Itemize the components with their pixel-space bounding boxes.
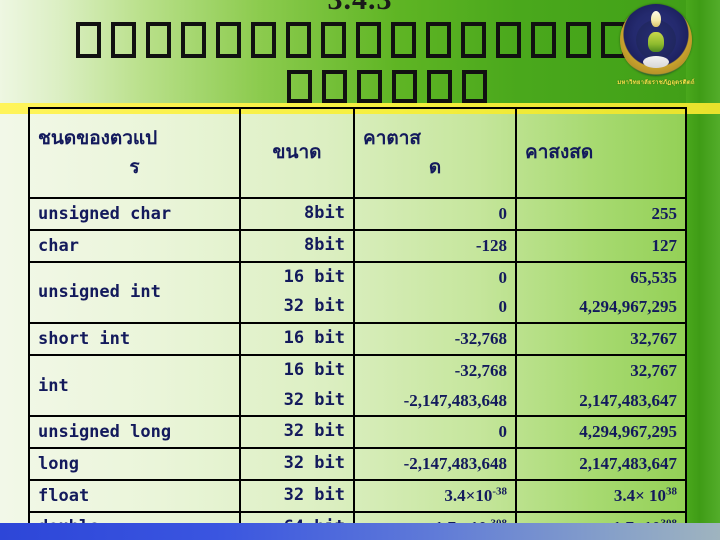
missing-glyph-box [181,22,206,58]
cell-size: 16 bit [239,322,355,356]
table-row: unsigned long 32 bit 0 4,294,967,295 [28,415,687,449]
seal-flame-icon [651,11,661,27]
cell-min-value: 0 [353,197,517,231]
seal-center-icon [648,32,664,52]
cell-min-value: 0 [353,415,517,449]
cell-max-value: 32,767 2,147,483,647 [515,353,687,418]
cell-max-value: 65,535 4,294,967,295 [515,260,687,324]
missing-glyph-box [251,22,276,58]
missing-glyph-box [391,22,416,58]
missing-glyph-box [286,22,311,58]
cell-type-name: char [28,228,241,263]
title-missing-glyph-row-2 [287,70,487,103]
column-header-max: คาสงสด [515,107,687,199]
table-body: unsigned char 8bit 0 255 char 8bit -128 127 unsi… [28,197,687,540]
table-row: short int 16 bit -32,768 32,767 [28,322,687,356]
missing-glyph-box [287,70,312,103]
cell-min-value: 00 [353,260,517,324]
seal-emblem-icon [620,4,692,76]
missing-glyph-box [531,22,556,58]
missing-glyph-box [76,22,101,58]
cell-type-name: unsigned long [28,415,241,449]
cell-type-name: float [28,478,241,513]
cell-size: 32 bit [239,447,355,481]
cell-size: 8bit [239,197,355,231]
cell-min-value: -128 [353,228,517,263]
table-row: unsigned char 8bit 0 255 [28,197,687,231]
column-header-max-line1: คาสงสด [525,141,594,164]
data-types-table: ชนดของตวแป ร ขนาด คาตาส ด คาสงสด unsigne… [28,107,687,540]
column-header-size-line1: ขนาด [272,141,322,164]
seal-base-icon [643,56,669,68]
cell-type-name: unsigned char [28,197,241,231]
missing-glyph-box [496,22,521,58]
slide-canvas: 3.4.3 มหาวิทยาลัยราชภัฏอุตรดิตถ์ ชนดของต… [0,0,720,540]
cell-max-value: 32,767 [515,322,687,356]
cell-type-name: long [28,447,241,481]
cell-size: 32 bit [239,415,355,449]
cell-type-name: int [28,353,241,418]
column-header-size: ขนาด [239,107,355,199]
cell-min-value: -32,768 [353,322,517,356]
cell-max-value: 4,294,967,295 [515,415,687,449]
missing-glyph-box [111,22,136,58]
missing-glyph-box [427,70,452,103]
column-header-min-line1: คาตาส [363,126,421,149]
cell-max-value: 255 [515,197,687,231]
cell-max-value: 2,147,483,647 [515,447,687,481]
cell-min-value: -2,147,483,648 [353,447,517,481]
missing-glyph-box [426,22,451,58]
cell-min-value: -32,768 -2,147,483,648 [353,353,517,418]
cell-min-value: 3.4×10-38 [353,478,517,513]
cell-size: 16 bit 32 bit [239,260,355,324]
cell-type-name: unsigned int [28,260,241,324]
table-row: long 32 bit -2,147,483,648 2,147,483,647 [28,447,687,481]
column-header-type: ชนดของตวแป ร [28,107,241,199]
column-header-min: คาตาส ด [353,107,517,199]
missing-glyph-box [356,22,381,58]
missing-glyph-box [462,70,487,103]
table-row: char 8bit -128 127 [28,228,687,263]
column-header-type-line2: ร [129,156,140,178]
missing-glyph-box [392,70,417,103]
missing-glyph-box [146,22,171,58]
cell-size: 16 bit 32 bit [239,353,355,418]
cell-max-value: 127 [515,228,687,263]
table-row: float 32 bit 3.4×10-38 3.4× 1038 [28,478,687,513]
missing-glyph-box [357,70,382,103]
cell-type-name: short int [28,322,241,356]
table-row: unsigned int 16 bit 32 bit 0 0 65,535 4,294,96… [28,260,687,324]
table-header-row: ชนดของตวแป ร ขนาด คาตาส ด คาสงสด [28,107,687,199]
missing-glyph-box [461,22,486,58]
cell-size: 32 bit [239,478,355,513]
column-header-min-line2: ด [428,156,442,178]
table-row: int 16 bit 32 bit -32,768 -2,147,483,648 32,7… [28,353,687,418]
cell-max-value: 3.4× 1038 [515,478,687,513]
title-missing-glyph-row-1 [76,22,626,58]
missing-glyph-box [216,22,241,58]
cell-size: 8bit [239,228,355,263]
missing-glyph-box [322,70,347,103]
seal-caption: มหาวิทยาลัยราชภัฏอุตรดิตถ์ [617,80,695,86]
missing-glyph-box [321,22,346,58]
bottom-blue-bar [0,523,720,540]
university-seal: มหาวิทยาลัยราชภัฏอุตรดิตถ์ [610,4,702,87]
missing-glyph-box [566,22,591,58]
column-header-type-line1: ชนดของตวแป [38,126,158,149]
